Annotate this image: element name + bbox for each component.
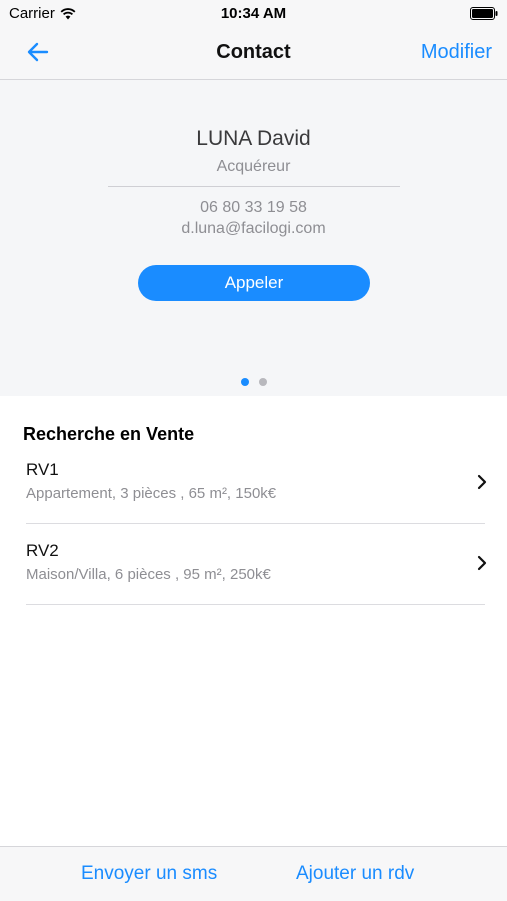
list-item-subtitle: Maison/Villa, 6 pièces , 95 m², 250k€	[26, 566, 271, 583]
contact-role: Acquéreur	[216, 158, 291, 175]
chevron-right-icon	[477, 555, 487, 571]
call-button[interactable]: Appeler	[138, 265, 370, 301]
navigation-bar: Contact Modifier	[0, 26, 507, 80]
divider	[108, 186, 400, 187]
list-item-rv1[interactable]: RV1 Appartement, 3 pièces , 65 m², 150k€	[0, 444, 507, 524]
status-bar: Carrier 10:34 AM	[0, 0, 507, 26]
list-item-title: RV2	[26, 541, 59, 560]
send-sms-button[interactable]: Envoyer un sms	[81, 863, 217, 885]
status-time: 10:34 AM	[220, 5, 287, 22]
contact-name: LUNA David	[196, 127, 311, 150]
list-item-subtitle: Appartement, 3 pièces , 65 m², 150k€	[26, 485, 277, 502]
add-appointment-button[interactable]: Ajouter un rdv	[296, 863, 414, 885]
contact-email[interactable]: d.luna@facilogi.com	[0, 220, 507, 238]
list-item-rv2[interactable]: RV2 Maison/Villa, 6 pièces , 95 m², 250k…	[0, 525, 507, 605]
bottom-toolbar: Envoyer un sms Ajouter un rdv	[0, 846, 507, 901]
edit-button[interactable]: Modifier	[421, 41, 492, 64]
contact-card: LUNA David Acquéreur 06 80 33 19 58 d.lu…	[0, 80, 507, 396]
page-dot-inactive[interactable]	[258, 378, 267, 386]
arrow-left-icon[interactable]	[26, 40, 50, 64]
section-title: Recherche en Vente	[23, 424, 195, 444]
contact-phone[interactable]: 06 80 33 19 58	[0, 199, 507, 217]
chevron-right-icon	[477, 474, 487, 490]
battery-full-icon	[470, 7, 498, 20]
page-indicator[interactable]	[0, 378, 507, 386]
list-item-title: RV1	[26, 460, 59, 479]
list-separator	[26, 523, 485, 524]
list-separator	[26, 604, 485, 605]
page-dot-active[interactable]	[240, 378, 249, 386]
